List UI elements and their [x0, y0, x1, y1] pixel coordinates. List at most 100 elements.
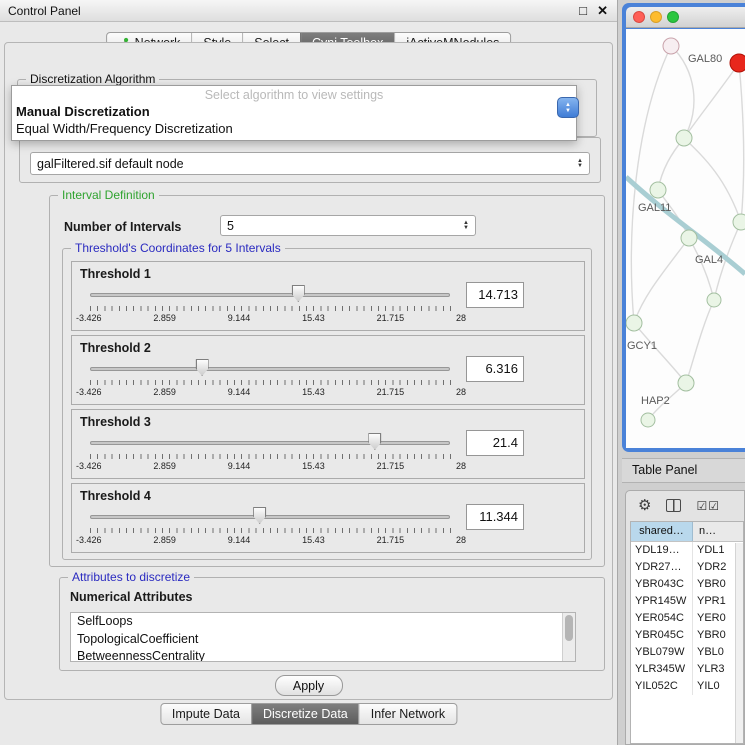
table-row[interactable]: YIL052CYIL0	[631, 678, 743, 695]
network-node-label: GAL11	[638, 202, 671, 214]
zoom-traffic-light[interactable]	[667, 11, 679, 23]
network-node[interactable]	[650, 182, 666, 198]
table-toolbar: ⚙ ☑☑	[626, 493, 744, 518]
table-data-combo[interactable]: galFiltered.sif default node ▲▼	[30, 152, 590, 175]
table-panel-title: Table Panel	[632, 463, 697, 477]
bottom-tab-discretize-data[interactable]: Discretize Data	[251, 704, 359, 724]
tick-label: 9.144	[228, 535, 251, 545]
table-row[interactable]: YPR145WYPR1	[631, 593, 743, 610]
attribute-item[interactable]: SelfLoops	[71, 613, 575, 631]
gear-icon[interactable]: ⚙	[638, 498, 651, 513]
network-node[interactable]	[678, 375, 694, 391]
algorithm-option[interactable]: Manual Discretization	[12, 103, 576, 120]
threshold-value-field[interactable]: 6.316	[466, 356, 524, 382]
network-node[interactable]	[663, 38, 679, 54]
algorithm-combo-button[interactable]: ▲ ▼	[557, 97, 579, 118]
table-body: YDL19…YDL1YDR27…YDR2YBR043CYBR0YPR145WYP…	[631, 542, 743, 695]
tick-label: 15.43	[302, 387, 325, 397]
column-header-name[interactable]: n…	[693, 522, 743, 541]
table-row[interactable]: YDL19…YDL1	[631, 542, 743, 559]
tick-label: 28	[456, 313, 466, 323]
control-panel-window: Control Panel □ ✕ NetworkStyleSelectCyni…	[0, 0, 618, 745]
slider-thumb[interactable]	[292, 285, 305, 302]
scrollbar-thumb[interactable]	[565, 615, 573, 641]
attributes-scrollbar[interactable]	[562, 613, 575, 661]
num-intervals-combo[interactable]: 5 ▲▼	[220, 215, 476, 236]
network-node[interactable]	[730, 54, 745, 72]
bottom-tab-infer-network[interactable]: Infer Network	[359, 704, 456, 724]
minimize-traffic-light[interactable]	[650, 11, 662, 23]
close-traffic-light[interactable]	[633, 11, 645, 23]
cell-shared-name: YBR045C	[631, 627, 693, 644]
checkbox-filter-icons[interactable]: ☑☑	[696, 499, 720, 513]
slider-ticks	[90, 306, 451, 311]
checkbox-icon[interactable]: ☑	[696, 499, 708, 513]
cell-shared-name: YBL079W	[631, 644, 693, 661]
table-row[interactable]: YBL079WYBL0	[631, 644, 743, 661]
table-header-row: shared… n…	[631, 522, 743, 542]
slider-tick-labels: -3.4262.8599.14415.4321.71528	[76, 387, 466, 397]
bottom-tab-impute-data[interactable]: Impute Data	[161, 704, 251, 724]
tick-label: -3.426	[76, 461, 102, 471]
thresholds-group-label: Threshold's Coordinates for 5 Intervals	[71, 241, 285, 255]
network-canvas[interactable]: GAL80GAL11GAL4GCY1HAP2	[626, 29, 745, 448]
slider-ticks	[90, 528, 451, 533]
table-row[interactable]: YBR045CYBR0	[631, 627, 743, 644]
threshold-value-field[interactable]: 21.4	[466, 430, 524, 456]
threshold-panel-3: Threshold 3-3.4262.8599.14415.4321.71528…	[71, 409, 585, 479]
slider-thumb[interactable]	[368, 433, 381, 450]
attributes-list[interactable]: SelfLoopsTopologicalCoefficientBetweenne…	[70, 612, 576, 662]
tick-label: 15.43	[302, 535, 325, 545]
table-row[interactable]: YER054CYER0	[631, 610, 743, 627]
slider-track	[90, 441, 450, 445]
network-graph[interactable]: GAL80GAL11GAL4GCY1HAP2	[626, 29, 745, 448]
algorithm-group-label: Discretization Algorithm	[26, 72, 159, 86]
network-node-label: GAL4	[695, 254, 723, 266]
threshold-label: Threshold 4	[80, 489, 151, 503]
cell-shared-name: YLR345W	[631, 661, 693, 678]
cell-shared-name: YDR27…	[631, 559, 693, 576]
slider-thumb[interactable]	[253, 507, 266, 524]
node-table: shared… n… YDL19…YDL1YDR27…YDR2YBR043CYB…	[630, 521, 744, 744]
attribute-item[interactable]: BetweennessCentrality	[71, 648, 575, 662]
threshold-slider[interactable]	[90, 432, 450, 452]
threshold-slider[interactable]	[90, 506, 450, 526]
close-icon[interactable]: ✕	[597, 3, 608, 19]
column-header-shared-name[interactable]: shared…	[631, 522, 693, 541]
table-scrollbar[interactable]	[735, 543, 743, 743]
table-row[interactable]: YBR043CYBR0	[631, 576, 743, 593]
threshold-value-field[interactable]: 11.344	[466, 504, 524, 530]
tick-label: 21.715	[377, 461, 405, 471]
network-node[interactable]	[681, 230, 697, 246]
network-node[interactable]	[676, 130, 692, 146]
attributes-group: Attributes to discretize Numerical Attri…	[59, 577, 605, 671]
threshold-slider[interactable]	[90, 284, 450, 304]
apply-button[interactable]: Apply	[275, 675, 343, 696]
network-node[interactable]	[733, 214, 745, 230]
checkbox-icon[interactable]: ☑	[708, 499, 720, 513]
float-window-icon[interactable]: □	[579, 3, 587, 18]
network-node[interactable]	[641, 413, 655, 427]
network-edge	[684, 63, 739, 138]
slider-thumb[interactable]	[196, 359, 209, 376]
network-edge	[634, 323, 686, 383]
network-node[interactable]	[707, 293, 721, 307]
combo-arrows-icon: ▲▼	[577, 159, 583, 169]
control-panel-titlebar: Control Panel □ ✕	[0, 0, 617, 22]
attribute-item[interactable]: TopologicalCoefficient	[71, 631, 575, 649]
attributes-list-items: SelfLoopsTopologicalCoefficientBetweenne…	[71, 613, 575, 662]
slider-tick-labels: -3.4262.8599.14415.4321.71528	[76, 535, 466, 545]
desktop: Control Panel □ ✕ NetworkStyleSelectCyni…	[0, 0, 745, 745]
network-edge	[634, 238, 689, 323]
table-row[interactable]: YLR345WYLR3	[631, 661, 743, 678]
right-side: GAL80GAL11GAL4GCY1HAP2 Table Panel ⚙ ☑☑ …	[622, 0, 745, 745]
bottom-tabbar: Impute DataDiscretize DataInfer Network	[160, 703, 457, 725]
threshold-panel-1: Threshold 1-3.4262.8599.14415.4321.71528…	[71, 261, 585, 331]
algorithm-option[interactable]: Equal Width/Frequency Discretization	[12, 120, 576, 137]
tick-label: 9.144	[228, 313, 251, 323]
threshold-slider[interactable]	[90, 358, 450, 378]
table-row[interactable]: YDR27…YDR2	[631, 559, 743, 576]
threshold-value-field[interactable]: 14.713	[466, 282, 524, 308]
columns-icon[interactable]	[666, 499, 681, 512]
network-node[interactable]	[626, 315, 642, 331]
